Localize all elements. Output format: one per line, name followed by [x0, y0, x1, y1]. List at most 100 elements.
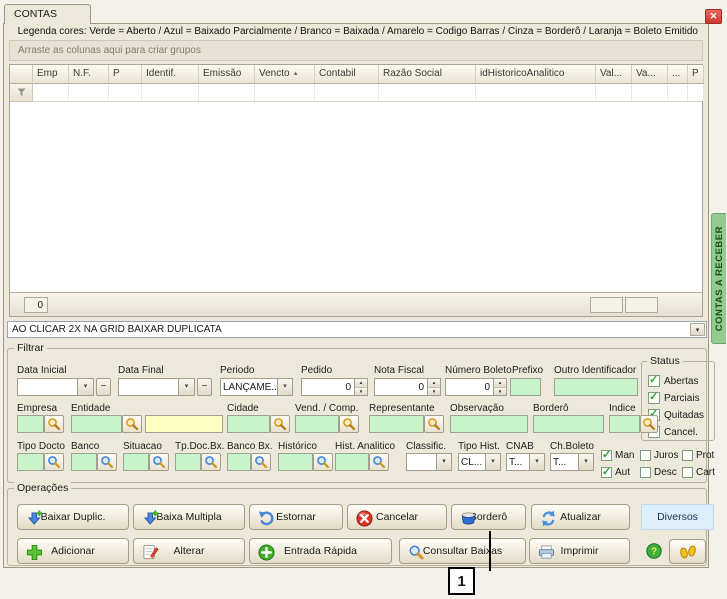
banco-bx-input[interactable]	[227, 453, 251, 471]
adicionar-button[interactable]: Adicionar	[17, 538, 129, 564]
banco-bx-lookup-button[interactable]	[251, 453, 271, 471]
spin-up-icon[interactable]: ▲	[494, 379, 506, 388]
filter-row-cell[interactable]	[142, 84, 199, 101]
column-header[interactable]: Va...▲	[632, 65, 668, 84]
column-header[interactable]: P▲	[109, 65, 142, 84]
banco-lookup-button[interactable]	[97, 453, 117, 471]
imprimir-button[interactable]: Imprimir	[529, 538, 630, 564]
alterar-button[interactable]: Alterar	[133, 538, 245, 564]
numero-boleto-spinner[interactable]: 0 ▲▼	[445, 378, 507, 396]
classific-combo[interactable]: ▾	[406, 453, 452, 471]
checkbox-icon[interactable]	[648, 392, 660, 404]
tipo-hist-combo[interactable]: CL... ▾	[458, 453, 501, 471]
status-checkbox[interactable]: Parciais	[648, 391, 704, 405]
filter-row-cell[interactable]	[199, 84, 255, 101]
spin-down-icon[interactable]: ▼	[494, 388, 506, 396]
entidade-name-input[interactable]	[145, 415, 223, 433]
filter-row-cell[interactable]	[379, 84, 476, 101]
situacao-input[interactable]	[123, 453, 149, 471]
hist-analitico-input[interactable]	[335, 453, 369, 471]
nota-fiscal-spinner[interactable]: 0 ▲▼	[374, 378, 441, 396]
chevron-down-icon[interactable]: ▾	[436, 454, 451, 470]
tp-doc-bx-input[interactable]	[175, 453, 201, 471]
cancelar-button[interactable]: Cancelar	[347, 504, 447, 530]
flag-checkbox[interactable]: Man	[601, 447, 634, 464]
column-header[interactable]: idHistoricoAnalitico▲	[476, 65, 596, 84]
flag-checkbox[interactable]: Aut	[601, 464, 634, 481]
estornar-button[interactable]: Estornar	[249, 504, 343, 530]
checkbox-icon[interactable]	[640, 467, 651, 478]
bordero-input[interactable]	[533, 415, 604, 433]
tipo-docto-input[interactable]	[17, 453, 44, 471]
chevron-down-icon[interactable]: ▾	[578, 454, 593, 470]
tp-doc-bx-lookup-button[interactable]	[201, 453, 221, 471]
pedido-spinner[interactable]: 0 ▲▼	[301, 378, 368, 396]
bordero-button[interactable]: Borderô	[451, 504, 526, 530]
banco-input[interactable]	[71, 453, 97, 471]
column-header[interactable]: P▲	[688, 65, 704, 84]
cidade-lookup-button[interactable]	[270, 415, 290, 433]
spin-down-icon[interactable]: ▼	[428, 388, 440, 396]
column-header[interactable]: Val...▲	[596, 65, 632, 84]
spin-down-icon[interactable]: ▼	[355, 388, 367, 396]
grid-body[interactable]	[10, 102, 702, 292]
representante-input[interactable]	[369, 415, 424, 433]
data-final-field[interactable]: ▾ −	[118, 378, 212, 396]
flag-checkbox[interactable]: Desc	[640, 464, 678, 481]
clear-date-button[interactable]: −	[96, 378, 111, 396]
grid-action-hint-combo[interactable]: AO CLICAR 2X NA GRID BAIXAR DUPLICATA ▾	[7, 321, 707, 338]
ch-boleto-combo[interactable]: T... ▾	[550, 453, 594, 471]
chevron-down-icon[interactable]: ▾	[529, 454, 544, 470]
situacao-lookup-button[interactable]	[149, 453, 169, 471]
periodo-combo[interactable]: LANÇAME... ▾	[220, 378, 293, 396]
column-header[interactable]: Emissão▲	[199, 65, 255, 84]
chevron-down-icon[interactable]: ▾	[277, 379, 292, 395]
filter-row-cell[interactable]	[255, 84, 315, 101]
checkbox-icon[interactable]	[601, 450, 612, 461]
representante-lookup-button[interactable]	[424, 415, 444, 433]
filter-row-cell[interactable]	[688, 84, 704, 101]
footprints-button[interactable]	[669, 539, 706, 564]
close-button[interactable]: ✕	[705, 9, 722, 24]
column-header[interactable]: Contabil▲	[315, 65, 379, 84]
chevron-down-icon[interactable]: ▾	[78, 378, 94, 396]
tipo-docto-lookup-button[interactable]	[44, 453, 64, 471]
historico-input[interactable]	[278, 453, 313, 471]
observacao-input[interactable]	[450, 415, 528, 433]
indice-input[interactable]	[609, 415, 640, 433]
entrada-rapida-button[interactable]: Entrada Rápida	[249, 538, 392, 564]
column-header[interactable]: ...▲	[668, 65, 688, 84]
clear-date-button[interactable]: −	[197, 378, 212, 396]
filter-row-cell[interactable]	[668, 84, 688, 101]
group-by-panel[interactable]: Arraste as colunas aqui para criar grupo…	[9, 40, 703, 61]
checkbox-icon[interactable]	[682, 467, 693, 478]
chevron-down-icon[interactable]: ▾	[690, 323, 705, 336]
empresa-lookup-button[interactable]	[44, 415, 64, 433]
prefixo-input[interactable]	[510, 378, 541, 396]
help-button[interactable]: ?	[646, 543, 662, 559]
cnab-combo[interactable]: T... ▾	[506, 453, 545, 471]
column-header[interactable]: Identif.▲	[142, 65, 199, 84]
data-inicial-field[interactable]: ▾ −	[17, 378, 111, 396]
flag-checkbox[interactable]: Juros	[640, 447, 678, 464]
column-header[interactable]: Vencto▲	[255, 65, 315, 84]
indice-lookup-button[interactable]	[640, 415, 658, 433]
spin-up-icon[interactable]: ▲	[428, 379, 440, 388]
vend-comp-input[interactable]	[295, 415, 339, 433]
flag-checkbox[interactable]: Cart	[682, 464, 715, 481]
checkbox-icon[interactable]	[682, 450, 693, 461]
chevron-down-icon[interactable]: ▾	[179, 378, 195, 396]
diversos-panel[interactable]: Diversos	[641, 504, 714, 530]
spin-up-icon[interactable]: ▲	[355, 379, 367, 388]
filter-row-cell[interactable]	[315, 84, 379, 101]
filter-row-cell[interactable]	[632, 84, 668, 101]
outro-identificador-input[interactable]	[554, 378, 638, 396]
cidade-input[interactable]	[227, 415, 270, 433]
tab-contas[interactable]: CONTAS	[4, 4, 91, 24]
baixar-duplic-button[interactable]: Baixar Duplic.	[17, 504, 129, 530]
consultar-baixas-button[interactable]: Consultar Baixas	[399, 538, 526, 564]
filter-row-cell[interactable]	[596, 84, 632, 101]
empresa-input[interactable]	[17, 415, 44, 433]
historico-lookup-button[interactable]	[313, 453, 333, 471]
atualizar-button[interactable]: Atualizar	[531, 504, 630, 530]
